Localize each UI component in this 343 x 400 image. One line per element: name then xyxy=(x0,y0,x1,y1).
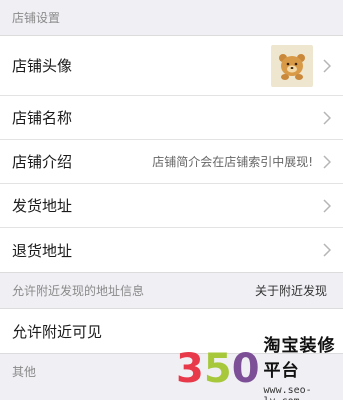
bear-avatar-icon xyxy=(279,53,305,80)
row-right: 店铺简介会在店铺索引中展现! xyxy=(152,153,331,170)
row-return-address[interactable]: 退货地址 xyxy=(0,228,343,272)
section-title: 店铺设置 xyxy=(12,11,61,25)
watermark-digit: 3 xyxy=(176,346,204,392)
row-store-intro[interactable]: 店铺介绍 店铺简介会在店铺索引中展现! xyxy=(0,140,343,184)
row-label: 允许附近可见 xyxy=(12,322,103,341)
intro-hint: 店铺简介会在店铺索引中展现! xyxy=(152,155,313,169)
store-avatar[interactable] xyxy=(271,44,313,87)
row-store-avatar[interactable]: 店铺头像 xyxy=(0,36,343,96)
watermark-number: 3 5 0 xyxy=(176,349,260,389)
chevron-right-icon xyxy=(323,58,331,73)
section-title: 其他 xyxy=(12,365,37,379)
section-header-store-settings: 店铺设置 xyxy=(0,0,343,35)
watermark-digit: 5 xyxy=(203,346,232,392)
watermark-text: 淘宝装修平台 www.seo-lv.com xyxy=(264,331,341,400)
row-label: 店铺名称 xyxy=(12,109,73,127)
watermark-logo: 3 5 0 淘宝装修平台 www.seo-lv.com xyxy=(176,336,341,400)
row-store-name[interactable]: 店铺名称 xyxy=(0,96,343,140)
store-settings-group: 店铺头像 店铺名称 店铺介绍 店铺简介会在店铺索引中展现! 发货地址 退货地址 xyxy=(0,35,343,273)
watermark-url: www.seo-lv.com xyxy=(263,385,312,400)
row-label: 发货地址 xyxy=(12,197,73,215)
row-label: 退货地址 xyxy=(12,241,73,260)
row-right xyxy=(271,44,331,87)
about-nearby-link[interactable]: 关于附近发现 xyxy=(255,282,327,299)
row-ship-address[interactable]: 发货地址 xyxy=(0,184,343,228)
section-header-nearby: 允许附近发现的地址信息 关于附近发现 xyxy=(0,273,343,308)
watermark-digit: 0 xyxy=(231,346,260,392)
chevron-right-icon xyxy=(323,110,331,125)
chevron-right-icon xyxy=(323,198,331,213)
row-label: 店铺介绍 xyxy=(12,153,73,171)
section-title: 允许附近发现的地址信息 xyxy=(12,284,145,298)
chevron-right-icon xyxy=(323,154,331,169)
chevron-right-icon xyxy=(323,243,331,257)
row-label: 店铺头像 xyxy=(12,57,73,75)
watermark-title: 淘宝装修平台 xyxy=(263,336,336,381)
store-settings-page: 店铺设置 店铺头像 店铺名称 店铺介绍 店铺简介会在店铺索引中展现! 发货地址 … xyxy=(0,0,343,400)
